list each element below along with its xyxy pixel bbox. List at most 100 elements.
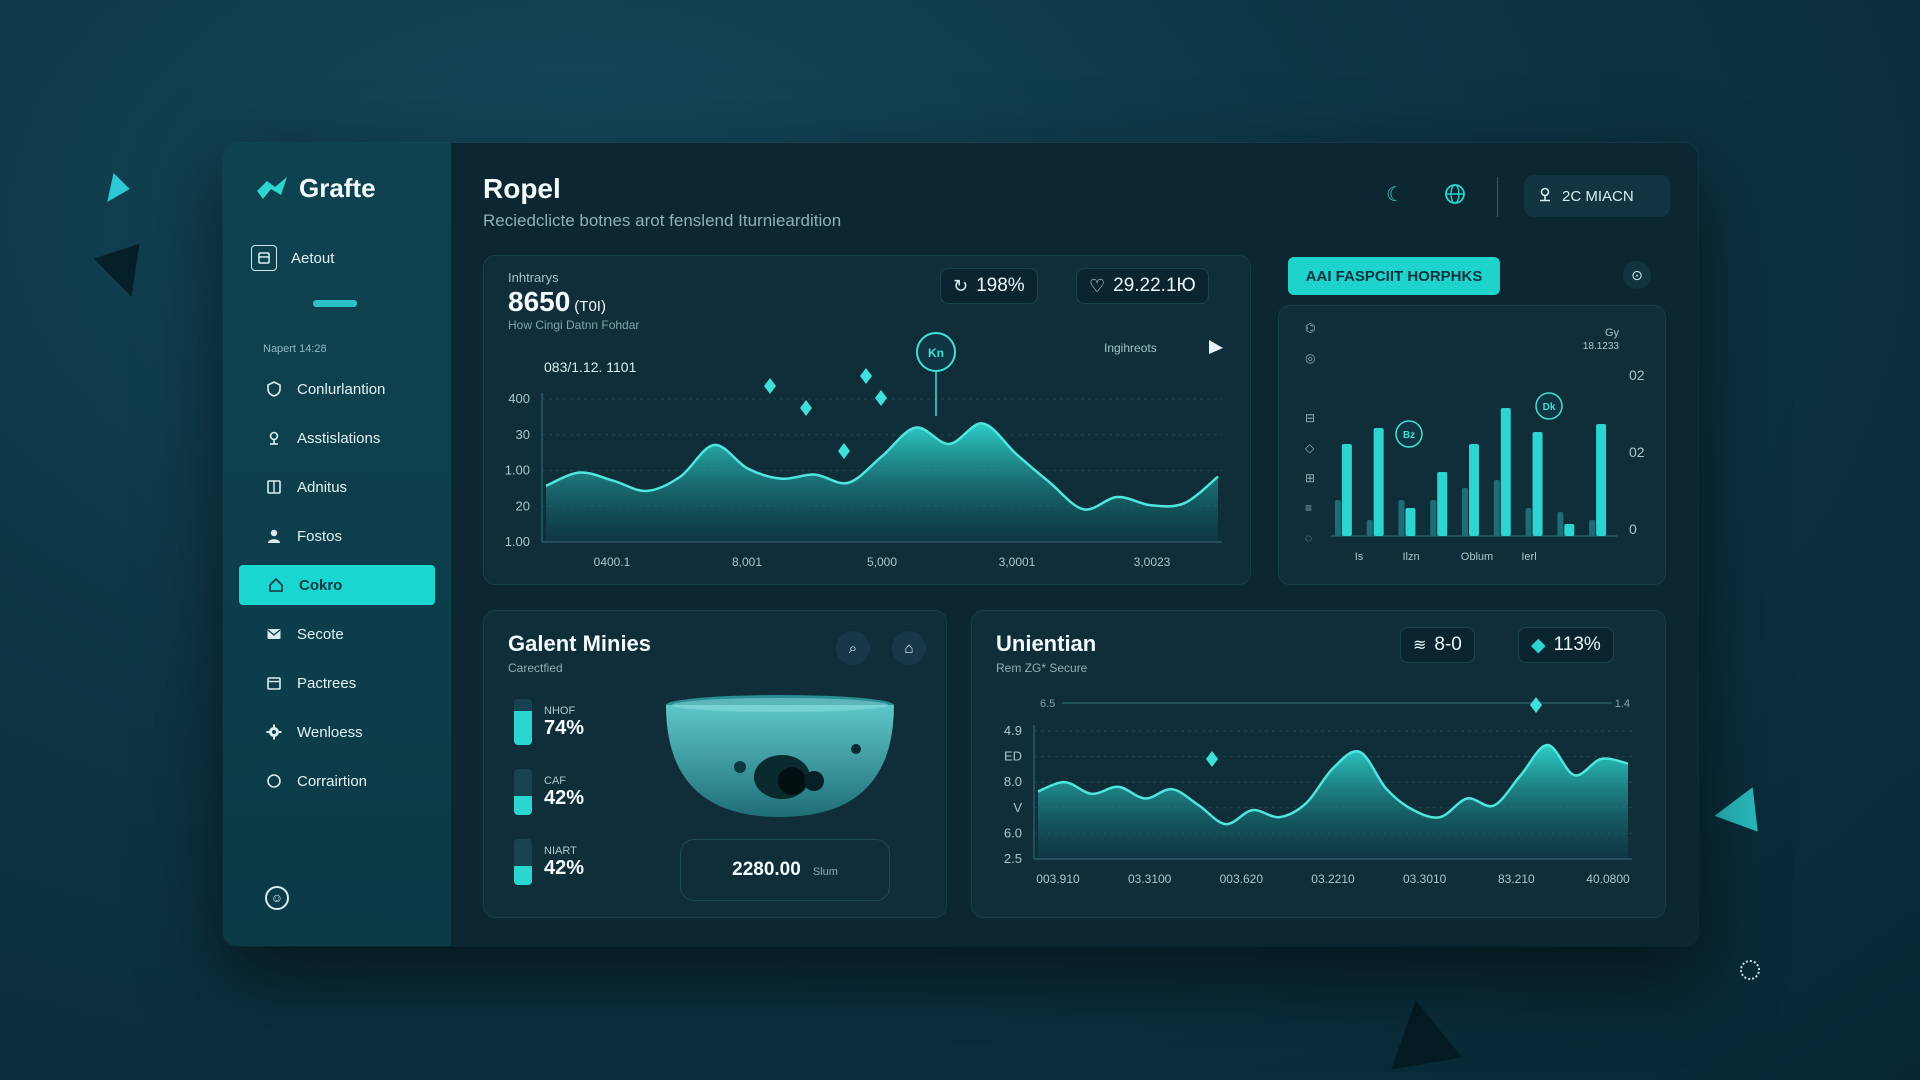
camera-unit: Slum: [812, 866, 838, 878]
gauge-value: 42%: [544, 786, 585, 809]
location-selector[interactable]: 2C MIACN: [1524, 175, 1670, 217]
moon-icon[interactable]: ☾: [1382, 181, 1408, 207]
search-button[interactable]: ⌕: [836, 631, 870, 665]
location-label: 2C MIACN: [1562, 187, 1634, 205]
side-icon: ⊞: [1305, 471, 1315, 485]
sidebar-item-6[interactable]: Pactrees: [237, 663, 437, 703]
settings-icon[interactable]: ☺: [265, 886, 289, 910]
search-icon: ⌕: [848, 639, 858, 657]
gauge-item: CAF 42%: [514, 769, 584, 815]
x-tick-label: 40.0800: [1586, 872, 1630, 886]
y-tick-label: V: [1013, 800, 1022, 815]
user-icon: [265, 527, 283, 545]
sidebar-item-2[interactable]: Adnitus: [237, 467, 437, 507]
area-fill: [1038, 744, 1628, 859]
bar: [1373, 428, 1384, 536]
sidebar-item-1[interactable]: Asstislations: [237, 418, 437, 458]
filter-chip[interactable]: AAI FASPCIIT HORPHKS: [1288, 257, 1500, 295]
globe-icon[interactable]: [1442, 181, 1468, 207]
sidebar-item-label: Wenloess: [297, 723, 363, 741]
camera-value: 2280.00: [732, 859, 801, 880]
bar: [1596, 424, 1607, 536]
sidebar-item-3[interactable]: Fostos: [237, 516, 437, 556]
side-icon: ⊟: [1305, 411, 1315, 425]
mail-icon: [265, 625, 283, 643]
gauge-item: NHOF 74%: [514, 699, 584, 745]
x-tick-label: 0400.1: [594, 555, 631, 569]
header-actions: ☾: [1382, 181, 1468, 207]
data-marker: [1206, 751, 1218, 767]
gauge-value: 42%: [544, 856, 585, 879]
side-icon: ⌬: [1305, 321, 1315, 335]
x-tick-label: 5,000: [867, 555, 897, 569]
book-icon: [265, 478, 283, 496]
sidebar-item-4[interactable]: Cokro: [239, 565, 435, 605]
sidebar-item-5[interactable]: Secote: [237, 614, 437, 654]
shield-icon: [265, 380, 283, 398]
y-tick-label: 20: [516, 498, 530, 513]
loading-icon: [1740, 960, 1760, 980]
gauge-item: NIART 42%: [514, 839, 584, 885]
gauge-name: NIART: [544, 844, 577, 857]
camera-image: [666, 695, 894, 817]
sidebar-item-7[interactable]: Wenloess: [237, 712, 437, 752]
bar: [1500, 408, 1511, 536]
data-marker: [764, 378, 776, 394]
gauge-fill: [514, 795, 532, 815]
sidebar-item-label: Conlurlantion: [297, 380, 386, 398]
x-tick-label: Ierl: [1521, 551, 1536, 563]
gauge-name: NHOF: [544, 704, 576, 717]
side-icon: ◇: [1305, 441, 1315, 455]
bar: [1525, 508, 1532, 536]
x-tick-label: 003.620: [1220, 872, 1264, 886]
bookmark-button[interactable]: ⌂: [892, 631, 926, 665]
gauge-bar: [514, 839, 532, 885]
home-icon: [267, 576, 285, 594]
sidebar-item-8[interactable]: Corrairtion: [237, 761, 437, 801]
camera-value-box: 2280.00 Slum: [680, 839, 890, 901]
page-title: Ropel: [483, 173, 561, 204]
sidebar-item-label: Asstislations: [297, 429, 381, 447]
bar: [1557, 512, 1564, 536]
y-tick-label: 1.00: [505, 463, 530, 478]
top-right-label: 1.4: [1615, 698, 1630, 710]
account-label: Aetout: [291, 249, 335, 267]
side-icon: ◌: [1305, 531, 1312, 545]
settings-icon[interactable]: ⊙: [1623, 261, 1651, 289]
brand[interactable]: Grafte: [237, 173, 437, 204]
header-divider: [1497, 177, 1498, 217]
top-label: Gy: [1605, 327, 1620, 339]
gauge-name: CAF: [544, 774, 566, 787]
bar-chart-card: Gy 18.1233 02 02 0 ⌬ ◎ ⊟ ◇ ⊞ ≡ ◌ Is Ilzn Oblum Ierl Bz Dk: [1278, 305, 1666, 585]
side-icon: ◎: [1305, 351, 1315, 365]
decorative-triangle: [93, 243, 155, 305]
sidebar-item-label: Fostos: [297, 527, 343, 545]
account-button[interactable]: Aetout: [237, 238, 437, 278]
y-tick-label: 1.00: [505, 534, 530, 549]
bar: [1532, 432, 1543, 536]
legend-note: Ingihreots: [1104, 341, 1157, 355]
sidebar-item-label: Cokro: [299, 576, 343, 594]
bar: [1405, 508, 1416, 536]
bar: [1462, 488, 1468, 536]
sidebar-item-label: Adnitus: [297, 478, 348, 496]
x-tick-label: 03.3100: [1128, 872, 1172, 886]
x-tick-label: 03.2210: [1311, 872, 1355, 886]
page-subtitle: Reciedclicte botnes arot fenslend Iturni…: [483, 211, 842, 230]
x-tick-label: Oblum: [1461, 551, 1493, 563]
decorative-triangle: [1379, 994, 1463, 1070]
bar-badge-label: Bz: [1403, 430, 1415, 441]
card-subtitle: Carectfied: [508, 661, 563, 675]
data-marker: [1530, 697, 1542, 713]
area-chart-main: 400 30 1.00 20 1.00 0400.1 8,001 5,000 3,0001 3,0…: [505, 332, 1223, 569]
bookmark-icon: ⌂: [904, 639, 914, 657]
gauge-bar: [514, 769, 532, 815]
sidebar-item-0[interactable]: Conlurlantion: [237, 369, 437, 409]
gauge-bar: [514, 699, 532, 745]
nav-list: Conlurlantion Asstislations Adnitus Fost…: [237, 369, 437, 801]
y-tick-label: 02: [1629, 444, 1645, 460]
bar-badge-label: Dk: [1543, 402, 1556, 413]
bar: [1493, 480, 1500, 536]
section-label: Napert 14:28: [263, 343, 327, 355]
camera-card: Galent Minies Carectfied ⌕ ⌂ NHOF 74% CAF…: [483, 610, 947, 918]
